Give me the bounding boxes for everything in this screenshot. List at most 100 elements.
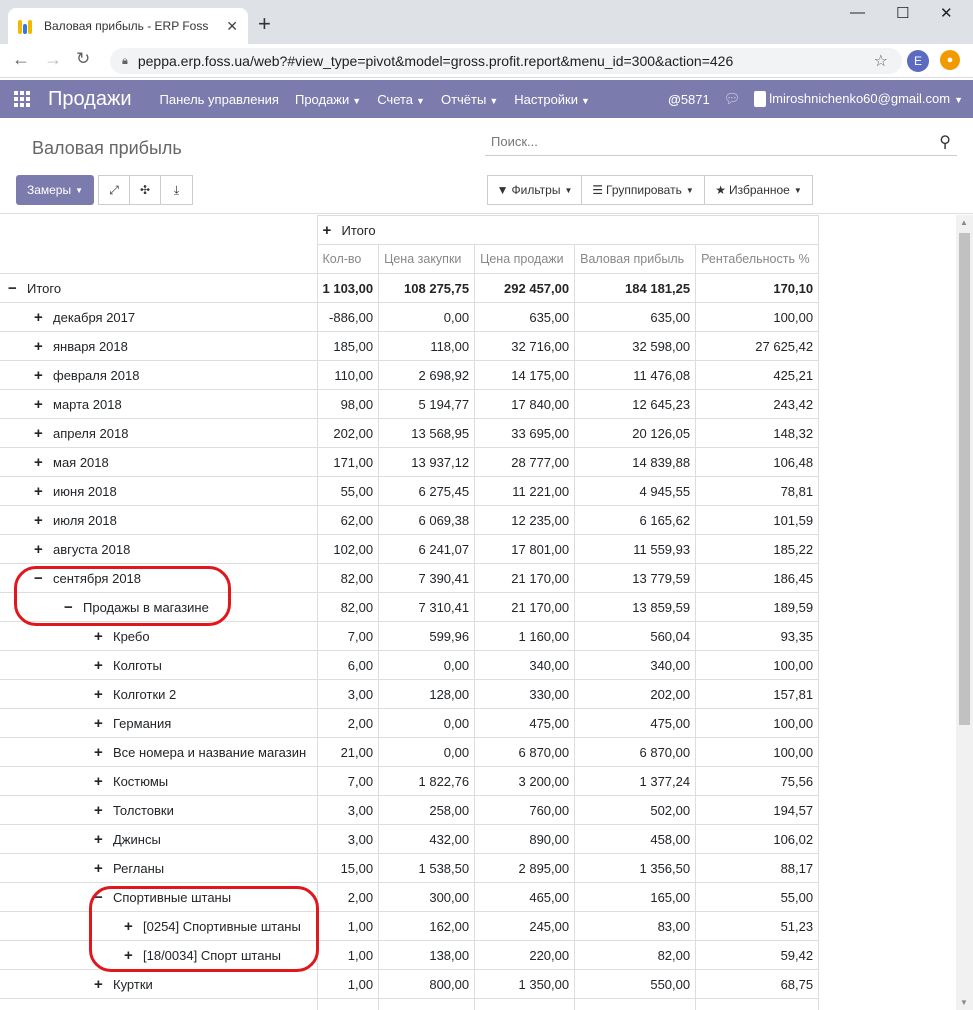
back-icon[interactable]: ← <box>12 49 30 70</box>
pivot-cell[interactable]: 189,59 <box>695 592 820 622</box>
pivot-cell[interactable]: 33 695,00 <box>474 418 576 448</box>
pivot-cell[interactable]: 6,00 <box>316 650 380 680</box>
pivot-cell[interactable]: 185,22 <box>695 534 820 564</box>
pivot-row-header[interactable]: + августа 2018 <box>0 534 318 564</box>
pivot-cell[interactable]: 635,00 <box>574 302 697 332</box>
pivot-cell[interactable]: 20 126,05 <box>574 418 697 448</box>
browser-tab[interactable]: Валовая прибыль - ERP Foss ✕ <box>8 8 248 44</box>
pivot-cell[interactable]: 1,00 <box>316 940 380 970</box>
pivot-cell[interactable]: 27 625,42 <box>695 331 820 361</box>
close-tab-icon[interactable]: ✕ <box>226 18 238 35</box>
pivot-cell[interactable]: 14 839,88 <box>574 447 697 477</box>
pivot-row-header[interactable]: + Регланы <box>0 853 318 883</box>
measure-header-gross-profit[interactable]: Валовая прибыль <box>574 244 697 274</box>
pivot-cell[interactable]: 5 194,77 <box>378 389 476 419</box>
pivot-cell[interactable]: 0,00 <box>378 302 476 332</box>
pivot-cell[interactable]: 17 801,00 <box>474 534 576 564</box>
pivot-cell[interactable]: 760,00 <box>474 795 576 825</box>
url-field[interactable]: 🔒︎ peppa.erp.foss.ua/web?#view_type=pivo… <box>110 48 902 74</box>
pivot-cell[interactable]: 100,00 <box>695 302 820 332</box>
pivot-cell[interactable]: 98,00 <box>316 389 380 419</box>
pivot-cell[interactable]: 157,81 <box>695 679 820 709</box>
pivot-cell[interactable]: 21 170,00 <box>474 592 576 622</box>
pivot-cell[interactable]: 2 698,92 <box>378 360 476 390</box>
pivot-cell[interactable]: 340,00 <box>474 650 576 680</box>
profile-avatar[interactable]: E <box>907 50 929 72</box>
pivot-cell[interactable]: 32 716,00 <box>474 331 576 361</box>
pivot-cell[interactable]: 3,00 <box>316 824 380 854</box>
pivot-row-header[interactable]: + Германия <box>0 708 318 738</box>
pivot-cell[interactable]: 162,00 <box>378 911 476 941</box>
pivot-cell[interactable]: 78,81 <box>695 476 820 506</box>
pivot-cell[interactable]: 6 069,38 <box>378 505 476 535</box>
reload-icon[interactable]: ↻ <box>76 49 90 69</box>
pivot-cell[interactable]: 68,75 <box>695 969 820 999</box>
pivot-cell[interactable]: 185,00 <box>316 331 380 361</box>
pivot-cell[interactable]: 1 160,00 <box>474 621 576 651</box>
measure-header-sale-price[interactable]: Цена продажи <box>474 244 576 274</box>
pivot-cell[interactable]: 100,00 <box>695 708 820 738</box>
pivot-cell[interactable]: 3,00 <box>316 679 380 709</box>
pivot-row-header[interactable]: + марта 2018 <box>0 389 318 419</box>
pivot-cell[interactable]: 432,00 <box>378 824 476 854</box>
pivot-row-header[interactable]: + Джинсы <box>0 824 318 854</box>
search-icon[interactable]: ⚲ <box>939 132 951 152</box>
pivot-cell[interactable]: 1 103,00 <box>316 273 380 303</box>
pivot-cell[interactable]: 100,00 <box>695 737 820 767</box>
pivot-cell[interactable]: 93,35 <box>695 621 820 651</box>
pivot-cell[interactable]: 51,23 <box>695 911 820 941</box>
bookmark-star-icon[interactable]: ☆ <box>874 51 888 71</box>
pivot-cell[interactable]: 100,00 <box>695 650 820 680</box>
pivot-cell[interactable]: 108 275,75 <box>378 273 476 303</box>
mentions-counter[interactable]: @5871 <box>668 92 710 107</box>
pivot-cell[interactable]: 258,00 <box>378 795 476 825</box>
pivot-cell[interactable]: 59,42 <box>695 940 820 970</box>
pivot-cell[interactable]: 3 200,00 <box>474 766 576 796</box>
measure-header-profitability[interactable]: Рентабельность % <box>695 244 820 274</box>
pivot-cell[interactable]: 300,00 <box>378 882 476 912</box>
pivot-cell[interactable]: 0,00 <box>378 737 476 767</box>
favorites-button[interactable]: ★ Избранное ▼ <box>704 175 813 205</box>
pivot-cell[interactable]: 17 840,00 <box>474 389 576 419</box>
pivot-row-header[interactable]: + февраля 2018 <box>0 360 318 390</box>
pivot-row-header[interactable]: − Итого <box>0 273 318 303</box>
pivot-cell[interactable]: 128,00 <box>378 679 476 709</box>
pivot-cell[interactable]: 330,00 <box>474 679 576 709</box>
pivot-cell[interactable]: 82,00 <box>316 563 380 593</box>
pivot-cell[interactable]: 243,42 <box>695 389 820 419</box>
menu-sales[interactable]: Продажи ▼ <box>295 92 361 107</box>
pivot-cell[interactable]: 202,00 <box>574 679 697 709</box>
expand-all-button[interactable]: ✣ <box>129 175 161 205</box>
pivot-cell[interactable]: 14 175,00 <box>474 360 576 390</box>
pivot-cell[interactable]: 106,48 <box>695 447 820 477</box>
groupby-button[interactable]: ☰ Группировать ▼ <box>581 175 705 205</box>
minimize-icon[interactable]: — <box>850 4 865 21</box>
pivot-cell[interactable]: 7 310,41 <box>378 592 476 622</box>
pivot-cell[interactable]: 1,00 <box>316 911 380 941</box>
pivot-cell[interactable]: 4 945,55 <box>574 476 697 506</box>
pivot-row-header[interactable]: + апреля 2018 <box>0 418 318 448</box>
pivot-cell[interactable]: 12 235,00 <box>474 505 576 535</box>
pivot-cell[interactable]: 220,00 <box>474 940 576 970</box>
pivot-cell[interactable]: 245,00 <box>474 911 576 941</box>
maximize-icon[interactable]: ☐ <box>896 4 909 22</box>
pivot-cell[interactable]: 55,00 <box>316 476 380 506</box>
pivot-cell[interactable]: 2 895,00 <box>474 853 576 883</box>
pivot-cell[interactable]: 3,00 <box>316 795 380 825</box>
pivot-cell[interactable]: 2,00 <box>316 882 380 912</box>
pivot-cell[interactable]: 6 870,00 <box>474 737 576 767</box>
pivot-row-header[interactable]: + января 2018 <box>0 331 318 361</box>
pivot-row-header[interactable]: + декабря 2017 <box>0 302 318 332</box>
pivot-cell[interactable]: 12 645,23 <box>574 389 697 419</box>
pivot-cell[interactable]: 55,00 <box>695 882 820 912</box>
apps-menu-icon[interactable] <box>14 91 32 107</box>
pivot-cell[interactable]: 800,00 <box>378 969 476 999</box>
pivot-cell[interactable]: 7 390,41 <box>378 563 476 593</box>
pivot-cell[interactable]: 550,00 <box>574 969 697 999</box>
app-brand[interactable]: Продажи <box>48 88 132 111</box>
pivot-cell[interactable]: 1 538,50 <box>378 853 476 883</box>
pivot-row-header[interactable]: + июня 2018 <box>0 476 318 506</box>
pivot-cell[interactable]: 15,00 <box>316 853 380 883</box>
pivot-cell[interactable]: 292 457,00 <box>474 273 576 303</box>
pivot-cell[interactable]: 148,32 <box>695 418 820 448</box>
